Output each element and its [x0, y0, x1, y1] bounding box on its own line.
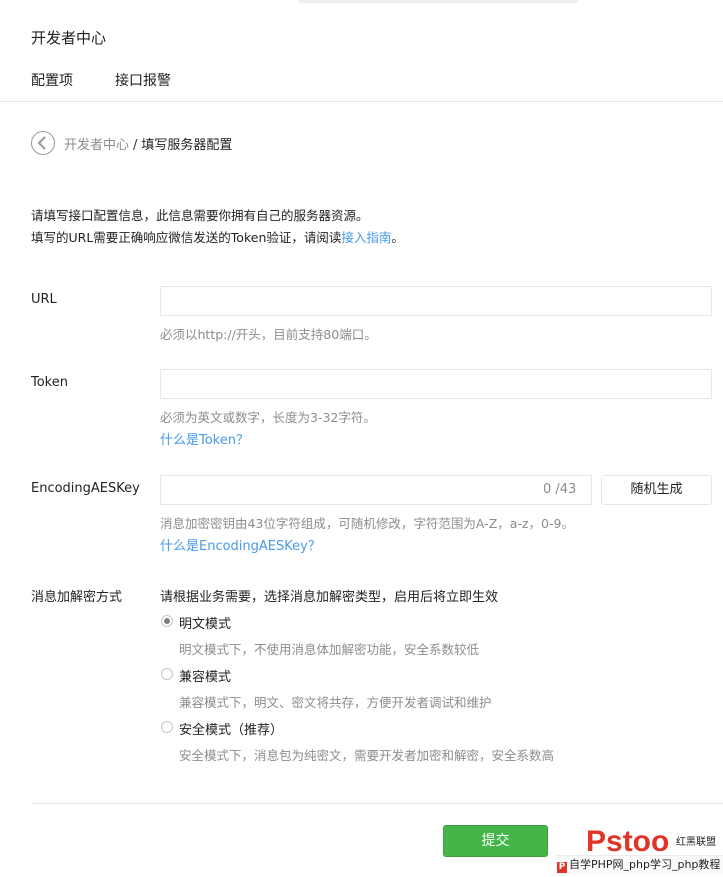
tab-interface-alarm[interactable]: 接口报警 [115, 70, 171, 90]
tab-config[interactable]: 配置项 [31, 70, 73, 90]
intro-text: 请填写接口配置信息，此信息需要你拥有自己的服务器资源。 填写的URL需要正确响应… [31, 205, 404, 249]
encryption-mode-hint: 请根据业务需要，选择消息加解密类型，启用后将立即生效 [160, 590, 499, 605]
what-is-aeskey-link[interactable]: 什么是EncodingAESKey？ [160, 535, 321, 554]
aeskey-tip: 消息加密密钥由43位字符组成，可随机修改，字符范围为A-Z，a-z，0-9。 [160, 516, 574, 531]
token-tip: 必须为英文或数字，长度为3-32字符。 [160, 410, 376, 425]
tab-bar: 配置项 接口报警 [0, 60, 723, 102]
plaintext-mode-desc: 明文模式下，不使用消息体加解密功能，安全系数较低 [179, 642, 480, 657]
intro-line-2-end: 。 [391, 230, 404, 245]
token-label: Token [31, 375, 68, 390]
submit-button[interactable]: 提交 [443, 825, 548, 857]
aeskey-char-counter: 0 /43 [543, 482, 577, 497]
watermark-bar: P 自学PHP网_php学习_php教程 [556, 855, 723, 874]
token-input[interactable] [160, 369, 712, 399]
page-title: 开发者中心 [31, 29, 107, 47]
chevron-left-icon [37, 136, 46, 150]
intro-line-2: 填写的URL需要正确响应微信发送的Token验证，请阅读接入指南。 [31, 227, 404, 249]
url-input[interactable] [160, 286, 712, 316]
intro-line-1: 请填写接口配置信息，此信息需要你拥有自己的服务器资源。 [31, 208, 369, 223]
compatible-mode-desc: 兼容模式下，明文、密文将共存，方便开发者调试和维护 [179, 695, 492, 710]
intro-line-2-text: 填写的URL需要正确响应微信发送的Token验证，请阅读 [31, 230, 342, 245]
secure-mode-desc: 安全模式下，消息包为纯密文，需要开发者加密和解密，安全系数高 [179, 748, 555, 763]
secure-mode-label[interactable]: 安全模式（推荐） [179, 719, 283, 738]
compatible-mode-label[interactable]: 兼容模式 [179, 666, 231, 685]
watermark-p-icon: P [557, 862, 567, 873]
url-label: URL [31, 292, 57, 307]
compatible-mode-radio[interactable] [161, 668, 173, 680]
watermark-logo-text: Pstoo [586, 827, 669, 855]
breadcrumb-separator: / [133, 138, 138, 153]
aeskey-input[interactable] [160, 475, 592, 505]
encryption-mode-label: 消息加解密方式 [31, 590, 123, 605]
what-is-token-link[interactable]: 什么是Token？ [160, 429, 249, 448]
plaintext-mode-radio[interactable] [161, 615, 173, 627]
watermark-side-text: 红黑联盟 [676, 837, 716, 848]
access-guide-link[interactable]: 接入指南 [341, 230, 391, 245]
aeskey-label: EncodingAESKey [31, 481, 140, 496]
random-generate-button[interactable]: 随机生成 [601, 475, 712, 505]
plaintext-mode-label[interactable]: 明文模式 [179, 613, 231, 632]
top-strip [298, 0, 578, 3]
form-divider [31, 803, 723, 804]
breadcrumb-root[interactable]: 开发者中心 [64, 138, 129, 153]
breadcrumb-current: 填写服务器配置 [141, 138, 233, 153]
watermark-bar-text: 自学PHP网_php学习_php教程 [569, 858, 721, 871]
url-tip: 必须以http://开头，目前支持80端口。 [160, 327, 377, 342]
back-button[interactable] [31, 131, 55, 155]
breadcrumb: 开发者中心 / 填写服务器配置 [64, 134, 232, 153]
secure-mode-radio[interactable] [161, 721, 173, 733]
watermark-logo: Pstoo [586, 827, 669, 855]
